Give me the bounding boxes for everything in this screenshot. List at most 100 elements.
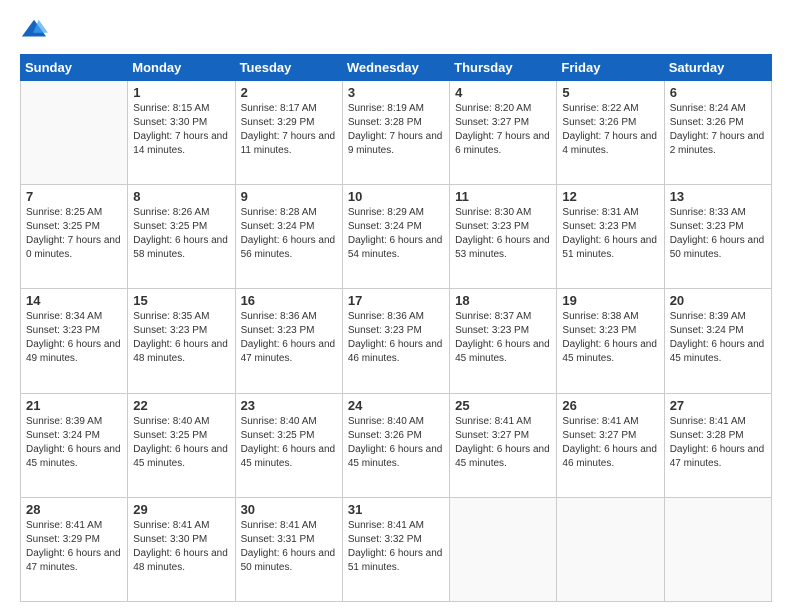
- calendar-cell: 14 Sunrise: 8:34 AMSunset: 3:23 PMDaylig…: [21, 289, 128, 393]
- calendar-cell: 25 Sunrise: 8:41 AMSunset: 3:27 PMDaylig…: [450, 393, 557, 497]
- day-info: Sunrise: 8:34 AMSunset: 3:23 PMDaylight:…: [26, 310, 122, 366]
- day-number: 11: [455, 189, 551, 204]
- day-info: Sunrise: 8:41 AMSunset: 3:28 PMDaylight:…: [670, 415, 766, 471]
- day-number: 13: [670, 189, 766, 204]
- day-info: Sunrise: 8:26 AMSunset: 3:25 PMDaylight:…: [133, 206, 229, 262]
- day-number: 26: [562, 398, 658, 413]
- day-info: Sunrise: 8:31 AMSunset: 3:23 PMDaylight:…: [562, 206, 658, 262]
- day-info: Sunrise: 8:19 AMSunset: 3:28 PMDaylight:…: [348, 102, 444, 158]
- day-number: 31: [348, 502, 444, 517]
- calendar-cell: [664, 497, 771, 601]
- calendar-page: SundayMondayTuesdayWednesdayThursdayFrid…: [0, 0, 792, 612]
- day-number: 10: [348, 189, 444, 204]
- calendar-cell: 29 Sunrise: 8:41 AMSunset: 3:30 PMDaylig…: [128, 497, 235, 601]
- day-info: Sunrise: 8:37 AMSunset: 3:23 PMDaylight:…: [455, 310, 551, 366]
- logo-icon: [20, 16, 48, 44]
- calendar-cell: 20 Sunrise: 8:39 AMSunset: 3:24 PMDaylig…: [664, 289, 771, 393]
- calendar-cell: 27 Sunrise: 8:41 AMSunset: 3:28 PMDaylig…: [664, 393, 771, 497]
- day-number: 19: [562, 293, 658, 308]
- weekday-header-saturday: Saturday: [664, 55, 771, 81]
- calendar-cell: 31 Sunrise: 8:41 AMSunset: 3:32 PMDaylig…: [342, 497, 449, 601]
- day-number: 6: [670, 85, 766, 100]
- day-info: Sunrise: 8:40 AMSunset: 3:26 PMDaylight:…: [348, 415, 444, 471]
- day-number: 22: [133, 398, 229, 413]
- week-row-2: 7 Sunrise: 8:25 AMSunset: 3:25 PMDayligh…: [21, 185, 772, 289]
- calendar-cell: 28 Sunrise: 8:41 AMSunset: 3:29 PMDaylig…: [21, 497, 128, 601]
- calendar-cell: 18 Sunrise: 8:37 AMSunset: 3:23 PMDaylig…: [450, 289, 557, 393]
- day-info: Sunrise: 8:41 AMSunset: 3:32 PMDaylight:…: [348, 519, 444, 575]
- header: [20, 16, 772, 44]
- day-info: Sunrise: 8:30 AMSunset: 3:23 PMDaylight:…: [455, 206, 551, 262]
- day-number: 3: [348, 85, 444, 100]
- day-number: 29: [133, 502, 229, 517]
- day-number: 23: [241, 398, 337, 413]
- calendar-cell: 11 Sunrise: 8:30 AMSunset: 3:23 PMDaylig…: [450, 185, 557, 289]
- calendar-cell: 24 Sunrise: 8:40 AMSunset: 3:26 PMDaylig…: [342, 393, 449, 497]
- day-number: 1: [133, 85, 229, 100]
- day-info: Sunrise: 8:38 AMSunset: 3:23 PMDaylight:…: [562, 310, 658, 366]
- week-row-3: 14 Sunrise: 8:34 AMSunset: 3:23 PMDaylig…: [21, 289, 772, 393]
- calendar-cell: 26 Sunrise: 8:41 AMSunset: 3:27 PMDaylig…: [557, 393, 664, 497]
- day-number: 20: [670, 293, 766, 308]
- day-info: Sunrise: 8:41 AMSunset: 3:29 PMDaylight:…: [26, 519, 122, 575]
- day-info: Sunrise: 8:20 AMSunset: 3:27 PMDaylight:…: [455, 102, 551, 158]
- day-number: 17: [348, 293, 444, 308]
- day-info: Sunrise: 8:35 AMSunset: 3:23 PMDaylight:…: [133, 310, 229, 366]
- weekday-header-wednesday: Wednesday: [342, 55, 449, 81]
- calendar-cell: 22 Sunrise: 8:40 AMSunset: 3:25 PMDaylig…: [128, 393, 235, 497]
- calendar-cell: 5 Sunrise: 8:22 AMSunset: 3:26 PMDayligh…: [557, 81, 664, 185]
- calendar-cell: 9 Sunrise: 8:28 AMSunset: 3:24 PMDayligh…: [235, 185, 342, 289]
- weekday-header-tuesday: Tuesday: [235, 55, 342, 81]
- day-info: Sunrise: 8:41 AMSunset: 3:31 PMDaylight:…: [241, 519, 337, 575]
- day-number: 18: [455, 293, 551, 308]
- day-info: Sunrise: 8:28 AMSunset: 3:24 PMDaylight:…: [241, 206, 337, 262]
- day-info: Sunrise: 8:17 AMSunset: 3:29 PMDaylight:…: [241, 102, 337, 158]
- day-number: 28: [26, 502, 122, 517]
- day-number: 2: [241, 85, 337, 100]
- day-info: Sunrise: 8:40 AMSunset: 3:25 PMDaylight:…: [241, 415, 337, 471]
- day-info: Sunrise: 8:22 AMSunset: 3:26 PMDaylight:…: [562, 102, 658, 158]
- weekday-header-monday: Monday: [128, 55, 235, 81]
- weekday-header-sunday: Sunday: [21, 55, 128, 81]
- calendar-cell: [557, 497, 664, 601]
- logo: [20, 16, 52, 44]
- day-info: Sunrise: 8:41 AMSunset: 3:27 PMDaylight:…: [455, 415, 551, 471]
- day-number: 15: [133, 293, 229, 308]
- calendar-cell: 4 Sunrise: 8:20 AMSunset: 3:27 PMDayligh…: [450, 81, 557, 185]
- day-number: 16: [241, 293, 337, 308]
- day-info: Sunrise: 8:41 AMSunset: 3:27 PMDaylight:…: [562, 415, 658, 471]
- calendar-cell: 12 Sunrise: 8:31 AMSunset: 3:23 PMDaylig…: [557, 185, 664, 289]
- weekday-header-friday: Friday: [557, 55, 664, 81]
- calendar-cell: 30 Sunrise: 8:41 AMSunset: 3:31 PMDaylig…: [235, 497, 342, 601]
- day-number: 30: [241, 502, 337, 517]
- calendar-cell: 10 Sunrise: 8:29 AMSunset: 3:24 PMDaylig…: [342, 185, 449, 289]
- day-info: Sunrise: 8:41 AMSunset: 3:30 PMDaylight:…: [133, 519, 229, 575]
- day-number: 14: [26, 293, 122, 308]
- calendar-cell: [21, 81, 128, 185]
- day-info: Sunrise: 8:39 AMSunset: 3:24 PMDaylight:…: [670, 310, 766, 366]
- calendar-cell: [450, 497, 557, 601]
- calendar-cell: 6 Sunrise: 8:24 AMSunset: 3:26 PMDayligh…: [664, 81, 771, 185]
- day-info: Sunrise: 8:33 AMSunset: 3:23 PMDaylight:…: [670, 206, 766, 262]
- day-number: 27: [670, 398, 766, 413]
- week-row-1: 1 Sunrise: 8:15 AMSunset: 3:30 PMDayligh…: [21, 81, 772, 185]
- weekday-header-thursday: Thursday: [450, 55, 557, 81]
- day-number: 25: [455, 398, 551, 413]
- calendar-cell: 8 Sunrise: 8:26 AMSunset: 3:25 PMDayligh…: [128, 185, 235, 289]
- calendar-cell: 17 Sunrise: 8:36 AMSunset: 3:23 PMDaylig…: [342, 289, 449, 393]
- day-info: Sunrise: 8:15 AMSunset: 3:30 PMDaylight:…: [133, 102, 229, 158]
- day-info: Sunrise: 8:36 AMSunset: 3:23 PMDaylight:…: [348, 310, 444, 366]
- weekday-header-row: SundayMondayTuesdayWednesdayThursdayFrid…: [21, 55, 772, 81]
- day-number: 24: [348, 398, 444, 413]
- week-row-4: 21 Sunrise: 8:39 AMSunset: 3:24 PMDaylig…: [21, 393, 772, 497]
- calendar-cell: 3 Sunrise: 8:19 AMSunset: 3:28 PMDayligh…: [342, 81, 449, 185]
- week-row-5: 28 Sunrise: 8:41 AMSunset: 3:29 PMDaylig…: [21, 497, 772, 601]
- day-info: Sunrise: 8:29 AMSunset: 3:24 PMDaylight:…: [348, 206, 444, 262]
- day-number: 7: [26, 189, 122, 204]
- calendar-cell: 7 Sunrise: 8:25 AMSunset: 3:25 PMDayligh…: [21, 185, 128, 289]
- day-info: Sunrise: 8:25 AMSunset: 3:25 PMDaylight:…: [26, 206, 122, 262]
- day-info: Sunrise: 8:40 AMSunset: 3:25 PMDaylight:…: [133, 415, 229, 471]
- calendar-table: SundayMondayTuesdayWednesdayThursdayFrid…: [20, 54, 772, 602]
- calendar-cell: 16 Sunrise: 8:36 AMSunset: 3:23 PMDaylig…: [235, 289, 342, 393]
- day-info: Sunrise: 8:36 AMSunset: 3:23 PMDaylight:…: [241, 310, 337, 366]
